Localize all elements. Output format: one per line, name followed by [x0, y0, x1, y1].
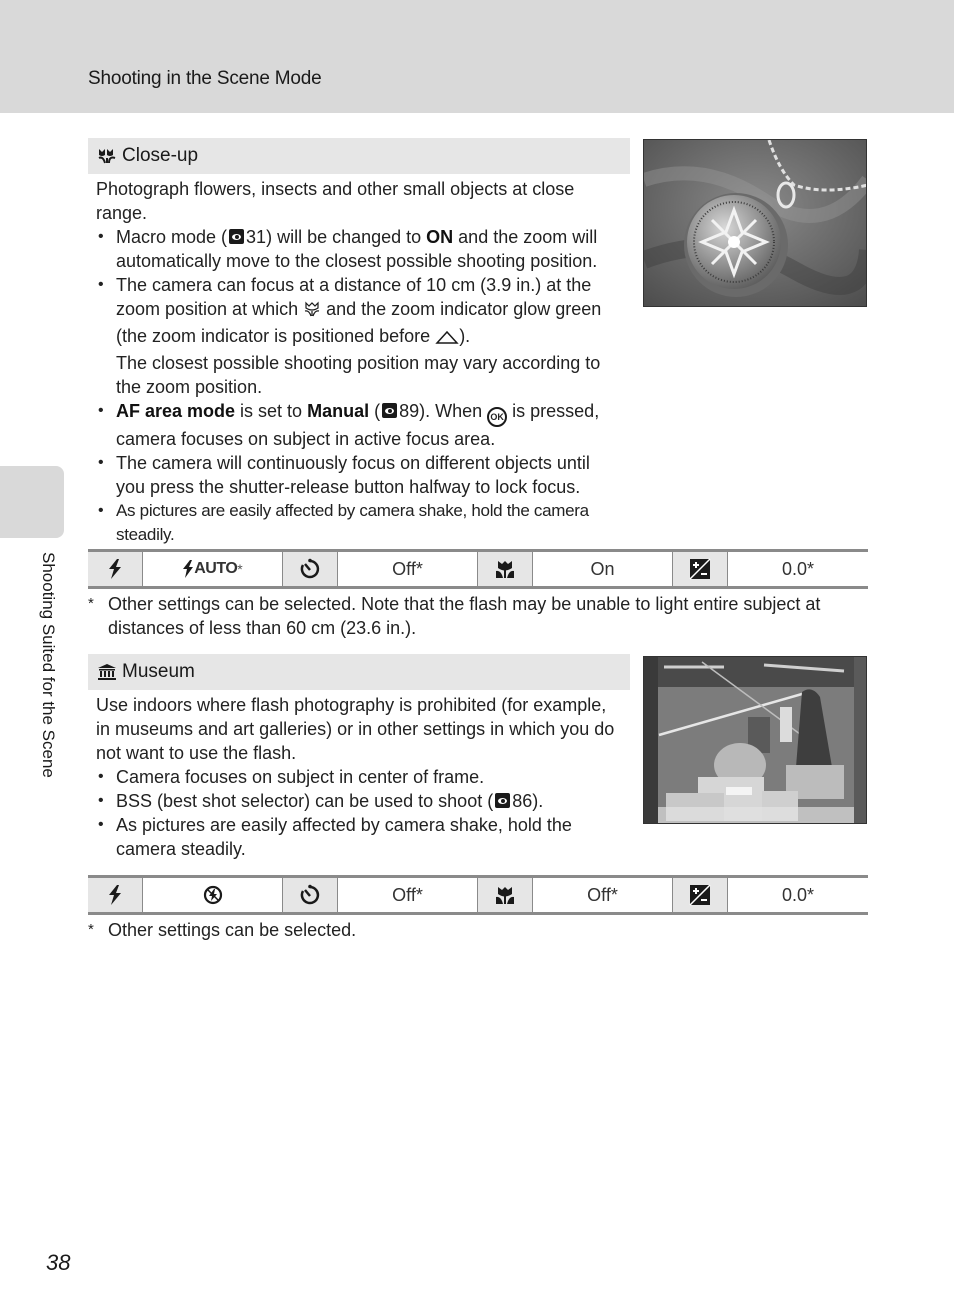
closeup-exposure-value: 0.0* [781, 558, 815, 579]
closeup-section: Close-up Photograph flowers, insects and… [88, 138, 630, 547]
museum-settings-table: Off* Off* 0.0* [88, 875, 868, 915]
closeup-macro-value: On [533, 552, 673, 586]
self-timer-icon [283, 878, 338, 912]
ok-button-icon: OK [487, 407, 508, 427]
flash-off-icon [143, 878, 283, 912]
museum-title: Museum [122, 661, 195, 682]
flash-icon [88, 878, 143, 912]
self-timer-icon [283, 552, 338, 586]
museum-heading: Museum [88, 654, 630, 690]
closeup-title: Close-up [122, 145, 199, 166]
museum-footnote: * Other settings can be selected. [88, 920, 357, 940]
closeup-bullet-af-area: AF area mode is set to Manual (89). When… [96, 399, 622, 451]
macro-outline-icon [303, 300, 321, 324]
museum-section: Museum Use indoors where flash photograp… [88, 654, 630, 861]
page-header-title: Shooting in the Scene Mode [88, 68, 322, 89]
closeup-settings-table: AUTO * Off* On 0.0* [88, 549, 868, 589]
exposure-compensation-icon [673, 552, 728, 586]
side-chapter-label: Shooting Suited for the Scene [39, 552, 58, 778]
closeup-flash-value: AUTO * [143, 552, 283, 586]
page-number: 38 [46, 1250, 71, 1275]
macro-icon [478, 552, 533, 586]
closeup-bullet-continuous-focus: The camera will continuously focus on di… [96, 451, 622, 499]
museum-timer-value: Off* [338, 878, 478, 912]
museum-bullet-bss: BSS (best shot selector) can be used to … [96, 789, 622, 813]
exposure-compensation-icon [673, 878, 728, 912]
closeup-photo [643, 139, 867, 307]
page-reference-icon [229, 229, 245, 244]
close-up-scene-icon [96, 146, 118, 166]
closeup-bullet-camera-shake: As pictures are easily affected by camer… [96, 499, 622, 547]
macro-icon [478, 878, 533, 912]
closeup-footnote: * Other settings can be selected. Note t… [88, 594, 821, 638]
closeup-bullet-focus-distance: The camera can focus at a distance of 10… [96, 273, 622, 399]
closeup-intro: Photograph flowers, insects and other sm… [96, 179, 575, 223]
museum-scene-icon [96, 662, 118, 682]
museum-macro-value: Off* [533, 878, 673, 912]
museum-photo [643, 656, 867, 824]
closeup-bullet-macro: Macro mode (31) will be changed to ON an… [96, 225, 622, 273]
side-chapter-tab [0, 466, 64, 538]
closeup-body: Photograph flowers, insects and other sm… [88, 174, 630, 547]
museum-bullet-camera-shake: As pictures are easily affected by camer… [96, 813, 622, 861]
closeup-timer-value: Off* [338, 552, 478, 586]
flash-icon [88, 552, 143, 586]
museum-intro: Use indoors where flash photography is p… [96, 695, 615, 763]
closeup-heading: Close-up [88, 138, 630, 174]
header-band [0, 0, 954, 113]
page-reference-icon [382, 403, 398, 418]
museum-exposure-value: 0.0* [781, 884, 815, 905]
zoom-triangle-icon [435, 327, 459, 351]
museum-body: Use indoors where flash photography is p… [88, 690, 630, 861]
museum-bullet-center-focus: Camera focuses on subject in center of f… [96, 765, 622, 789]
page-reference-icon [495, 793, 511, 808]
